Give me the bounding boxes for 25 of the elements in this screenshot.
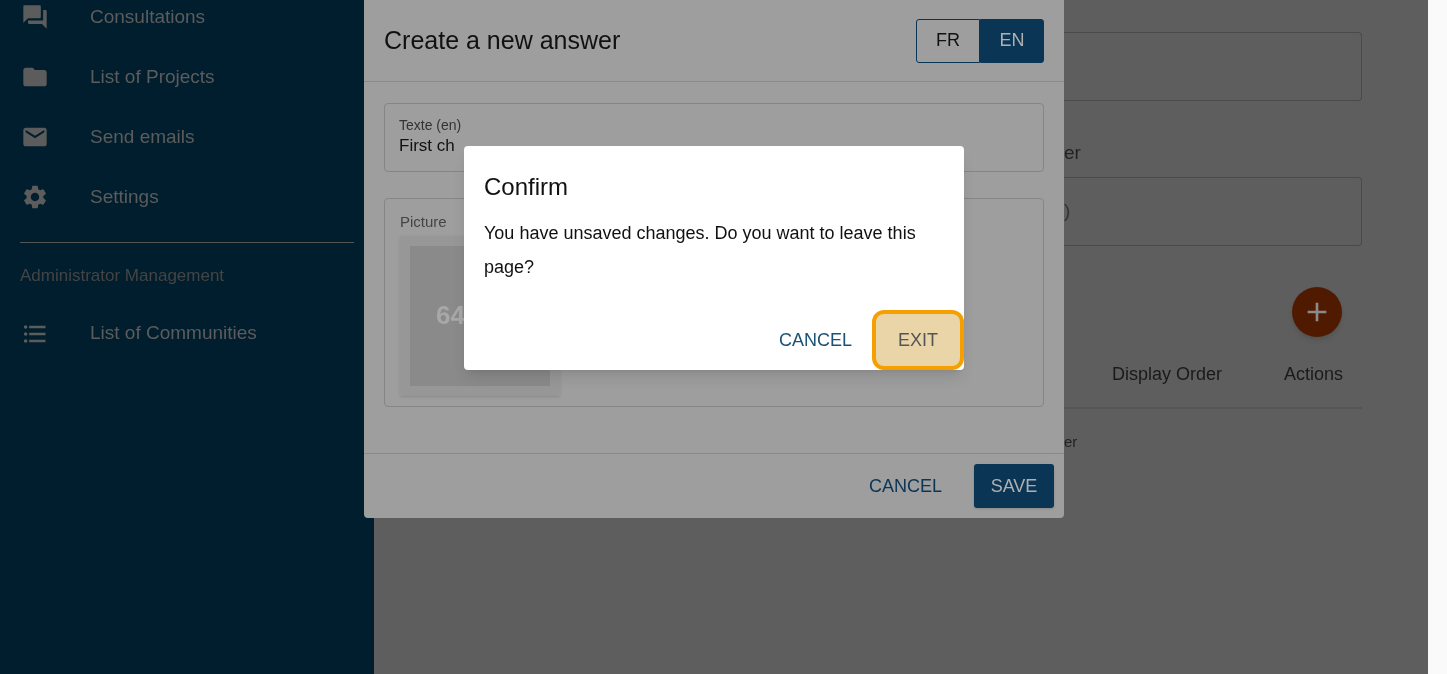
sidebar-item[interactable]: Settings xyxy=(0,167,374,227)
field-label: er xyxy=(1064,141,1082,165)
field-label: Picture xyxy=(400,212,447,232)
field-label: Texte (en) xyxy=(399,117,462,134)
settings-icon xyxy=(21,183,49,211)
chat-icon xyxy=(21,3,49,31)
cancel-button[interactable]: CANCEL xyxy=(856,464,954,508)
language-toggle[interactable]: FR xyxy=(916,18,980,63)
dialog-title: Confirm xyxy=(484,172,569,202)
sidebar-item[interactable]: Send emails xyxy=(0,107,374,167)
add-button[interactable] xyxy=(1292,287,1342,337)
dialog-message: You have unsaved changes. Do you want to leave this page? xyxy=(484,222,917,279)
language-toggle[interactable]: EN xyxy=(980,18,1044,63)
save-button[interactable]: SAVE xyxy=(974,464,1054,508)
field-value: First ch xyxy=(399,135,455,157)
section-heading: Administrator Management xyxy=(19,265,226,287)
cancel-button[interactable]: CANCEL xyxy=(766,314,864,366)
modal-title: Create a new answer xyxy=(384,24,621,56)
column-header: Display Order xyxy=(1112,362,1223,386)
table-cell-text: er xyxy=(1064,432,1079,452)
input-field[interactable] xyxy=(1064,32,1362,101)
sidebar-item[interactable]: Consultations xyxy=(0,0,374,47)
sidebar-item[interactable]: List of Projects xyxy=(0,47,374,107)
sidebar-item[interactable]: List of Communities xyxy=(0,303,374,364)
column-header: Actions xyxy=(1284,362,1344,386)
